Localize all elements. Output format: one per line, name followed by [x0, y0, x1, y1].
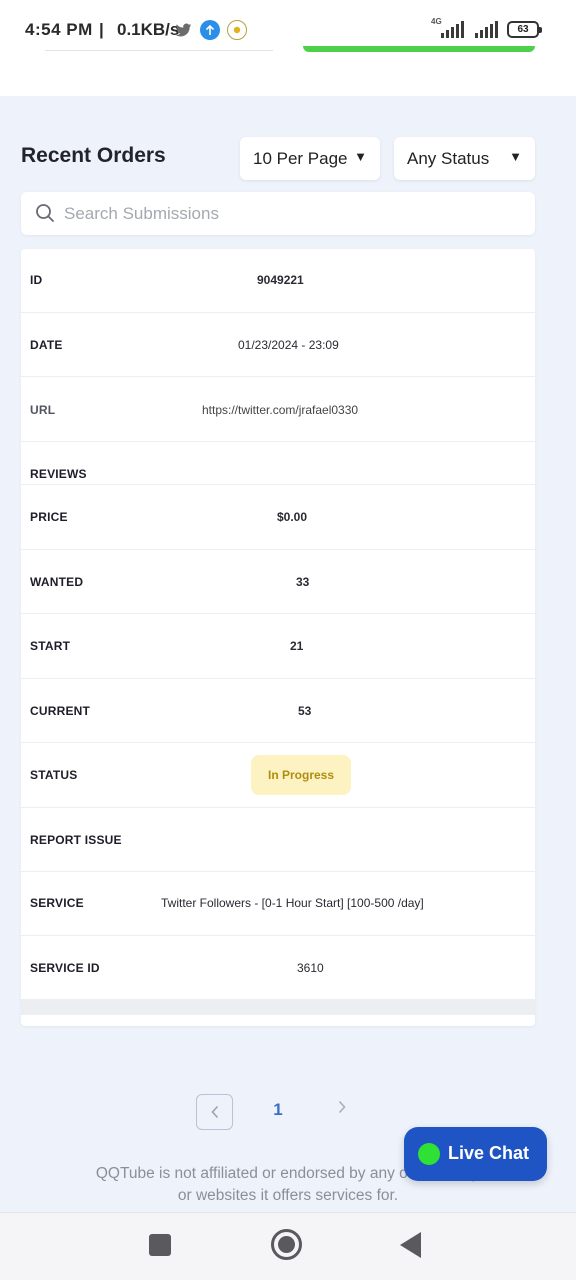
top-divider [45, 50, 273, 51]
row-label: WANTED [30, 575, 84, 589]
per-page-select[interactable]: 10 Per Page ▼ [240, 137, 380, 180]
row-label: ID [30, 273, 43, 287]
signal-icon [441, 21, 464, 38]
table-row-wanted: WANTED 33 [21, 550, 535, 614]
row-label: START [30, 639, 71, 653]
coin-icon [227, 20, 247, 40]
row-label: CURRENT [30, 704, 91, 718]
battery-icon: 63 [507, 21, 542, 38]
table-row-start: START 21 [21, 614, 535, 679]
row-value: 01/23/2024 - 23:09 [238, 338, 339, 352]
caret-down-icon: ▼ [354, 149, 367, 164]
row-label: DATE [30, 338, 63, 352]
status-badge: In Progress [251, 755, 351, 795]
table-row-date: DATE 01/23/2024 - 23:09 [21, 313, 535, 377]
row-label: SERVICE ID [30, 961, 100, 975]
chevron-right-icon [338, 1100, 346, 1114]
search-icon [36, 204, 54, 222]
per-page-value: 10 Per Page [253, 148, 348, 168]
home-icon [278, 1236, 295, 1253]
table-row-report-issue: REPORT ISSUE [21, 808, 535, 872]
table-row-status: STATUS In Progress [21, 743, 535, 808]
battery-level: 63 [517, 24, 529, 35]
order-url-link[interactable]: https://twitter.com/jrafael0330 [202, 403, 358, 417]
online-indicator-icon [418, 1143, 440, 1165]
row-label: REVIEWS [30, 467, 87, 481]
row-value: 33 [296, 575, 310, 589]
table-row-service: SERVICE Twitter Followers - [0-1 Hour St… [21, 872, 535, 936]
next-page-button[interactable] [331, 1100, 353, 1119]
status-separator: | [99, 20, 104, 39]
top-green-bar [303, 46, 535, 52]
chevron-left-icon [210, 1105, 218, 1119]
caret-down-icon: ▼ [509, 149, 522, 164]
back-button[interactable] [400, 1232, 421, 1258]
page-title: Recent Orders [21, 144, 166, 167]
table-row-price: PRICE $0.00 [21, 485, 535, 550]
live-chat-button[interactable]: Live Chat [404, 1127, 547, 1181]
live-chat-label: Live Chat [448, 1143, 530, 1163]
table-row-current: CURRENT 53 [21, 679, 535, 743]
row-value: 3610 [297, 961, 324, 975]
prev-page-button[interactable] [196, 1094, 233, 1130]
table-row-id: ID 9049221 [21, 249, 535, 313]
row-value: $0.00 [277, 510, 308, 524]
table-scrollbar[interactable] [21, 999, 535, 1015]
row-label: URL [30, 403, 56, 417]
signal-icon-secondary [475, 21, 498, 38]
twitter-icon [173, 20, 193, 40]
footer-line-2: or websites it offers services for. [177, 1187, 399, 1204]
status-filter-value: Any Status [407, 148, 490, 168]
table-row-service-id: SERVICE ID 3610 [21, 936, 535, 999]
row-label: SERVICE [30, 896, 84, 910]
row-value: 9049221 [257, 273, 304, 287]
home-button[interactable] [271, 1229, 302, 1260]
row-value: 53 [298, 704, 312, 718]
network-speed: 0.1KB/s [117, 20, 180, 39]
order-card: ID 9049221 DATE 01/23/2024 - 23:09 URL h… [21, 249, 535, 1026]
top-strip [0, 50, 576, 96]
search-box [21, 192, 535, 235]
system-nav-bar [0, 1212, 576, 1280]
row-value: Twitter Followers - [0-1 Hour Start] [10… [161, 896, 424, 910]
search-input[interactable] [64, 192, 524, 235]
row-label: PRICE [30, 510, 68, 524]
clock: 4:54 PM [25, 20, 93, 39]
recents-button[interactable] [149, 1234, 171, 1256]
row-label: STATUS [30, 768, 78, 782]
report-issue-label: REPORT ISSUE [30, 833, 122, 847]
page-number-current[interactable]: 1 [266, 1100, 290, 1120]
table-row-url: URL https://twitter.com/jrafael0330 [21, 377, 535, 442]
status-filter-select[interactable]: Any Status ▼ [394, 137, 535, 180]
table-row-reviews: REVIEWS [21, 442, 535, 485]
row-value: 21 [290, 639, 304, 653]
upload-icon [200, 20, 220, 40]
